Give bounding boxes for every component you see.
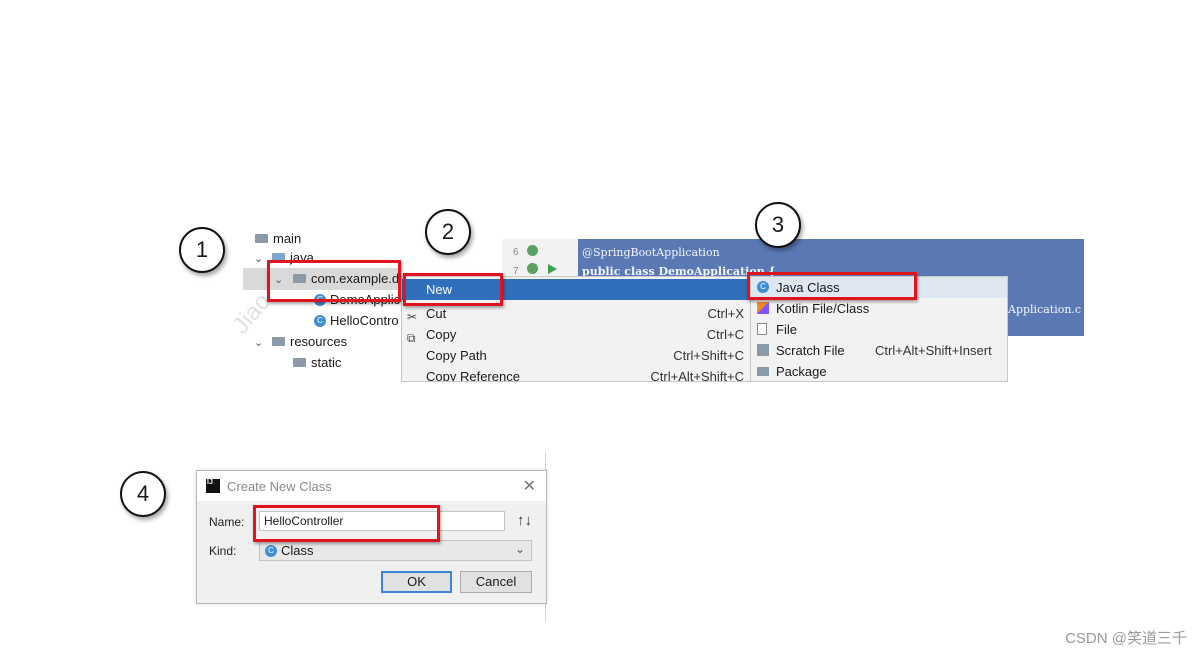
- tree-item-label: DemoApplic: [330, 292, 401, 307]
- menu-shortcut: Ctrl+Shift+C: [673, 348, 744, 363]
- menu-item-label: New: [426, 282, 453, 297]
- menu-shortcut: Ctrl+Alt+Shift+C: [650, 369, 744, 382]
- chevron-down-icon[interactable]: ⌄: [254, 252, 263, 265]
- menu-item-label: Copy Path: [426, 348, 487, 363]
- tree-item-demo-application[interactable]: C DemoApplic: [314, 290, 400, 310]
- tree-item-static[interactable]: static: [293, 353, 341, 373]
- tree-item-label: main: [273, 231, 302, 246]
- folder-icon: [255, 234, 268, 244]
- class-name-input[interactable]: HelloController: [259, 511, 505, 531]
- class-name-value: HelloController: [264, 514, 344, 528]
- menu-item-label: Scratch File: [776, 343, 845, 358]
- sort-arrows-icon[interactable]: ↑↓: [517, 512, 532, 529]
- menu-item-label: Cut: [426, 306, 447, 321]
- tree-item-resources[interactable]: resources: [272, 332, 347, 352]
- menu-item-copy-path[interactable]: Copy Path Ctrl+Shift+C: [402, 345, 752, 366]
- menu-item-kotlin-file[interactable]: Kotlin File/Class: [751, 298, 1007, 319]
- chevron-down-icon[interactable]: ⌄: [254, 336, 263, 349]
- class-icon: C: [314, 293, 326, 306]
- create-new-class-dialog: IJ Create New Class ✕ Name: HelloControl…: [196, 470, 547, 604]
- spring-bean-icon[interactable]: [527, 263, 538, 274]
- menu-item-label: Copy Reference: [426, 369, 520, 382]
- cancel-button[interactable]: Cancel: [460, 571, 532, 593]
- menu-item-label: Copy: [426, 327, 457, 342]
- tree-item-label: HelloContro: [330, 313, 399, 328]
- class-icon: C: [265, 544, 277, 557]
- tree-item-java[interactable]: java: [272, 248, 314, 268]
- chevron-down-icon: ⌄: [514, 542, 525, 556]
- kind-value: Class: [281, 543, 314, 558]
- menu-item-copy[interactable]: ⧉ Copy Ctrl+C: [402, 324, 752, 345]
- step-badge-2: 2: [425, 209, 471, 255]
- dialog-title: Create New Class: [227, 479, 332, 494]
- code-line: @SpringBootApplication: [582, 246, 720, 259]
- menu-shortcut: Ctrl+Alt+Shift+Insert: [875, 343, 992, 358]
- line-number: 6: [513, 247, 519, 258]
- tree-item-main[interactable]: main: [255, 229, 301, 249]
- ok-button[interactable]: OK: [381, 571, 452, 593]
- spring-bean-icon[interactable]: [527, 245, 538, 256]
- class-icon: C: [757, 281, 769, 293]
- package-icon: [293, 274, 306, 284]
- kind-select[interactable]: C Class ⌄: [259, 540, 532, 561]
- folder-icon: [293, 358, 306, 368]
- class-icon: C: [314, 314, 326, 327]
- kind-label: Kind:: [209, 544, 237, 558]
- scratch-file-icon: [757, 344, 769, 356]
- chevron-down-icon[interactable]: ⌄: [274, 273, 283, 286]
- step-badge-1: 1: [179, 227, 225, 273]
- menu-item-label: Java Class: [776, 280, 840, 295]
- menu-item-label: Kotlin File/Class: [776, 301, 870, 316]
- code-line: Application.c: [1008, 303, 1082, 316]
- intellij-logo-icon: IJ: [206, 479, 220, 493]
- menu-item-copy-reference[interactable]: Copy Reference Ctrl+Alt+Shift+C: [402, 366, 752, 382]
- tree-item-hello-controller[interactable]: C HelloContro: [314, 311, 399, 331]
- menu-item-label: Package: [776, 364, 827, 379]
- menu-item-java-class[interactable]: C Java Class: [751, 277, 1007, 298]
- menu-shortcut: Ctrl+C: [706, 327, 744, 342]
- run-icon[interactable]: [548, 264, 557, 274]
- file-icon: [757, 323, 767, 335]
- name-label: Name:: [209, 515, 245, 529]
- step-badge-4: 4: [120, 471, 166, 517]
- menu-item-package[interactable]: Package: [751, 361, 1007, 381]
- menu-item-scratch-file[interactable]: Scratch File Ctrl+Alt+Shift+Insert: [751, 340, 1007, 361]
- folder-icon: [272, 337, 285, 347]
- kotlin-icon: [757, 302, 769, 314]
- menu-item-new[interactable]: New: [402, 279, 752, 300]
- tree-item-label: resources: [290, 334, 348, 349]
- step-badge-3: 3: [755, 202, 801, 248]
- context-menu: New ✂ Cut Ctrl+X ⧉ Copy Ctrl+C Copy Path…: [401, 276, 753, 382]
- folder-icon: [272, 253, 285, 263]
- tree-item-label: com.example.d: [311, 271, 400, 286]
- menu-item-cut[interactable]: ✂ Cut Ctrl+X: [402, 303, 752, 324]
- tree-item-label: java: [290, 250, 314, 265]
- dialog-title-bar: IJ Create New Class ✕: [197, 471, 546, 501]
- new-submenu: C Java Class Kotlin File/Class File Scra…: [750, 276, 1008, 382]
- close-icon[interactable]: ✕: [523, 476, 536, 496]
- background-watermark: Jiao: [227, 288, 277, 340]
- tree-item-package[interactable]: com.example.d: [293, 269, 399, 289]
- package-icon: [757, 367, 769, 376]
- menu-item-file[interactable]: File: [751, 319, 1007, 340]
- menu-shortcut: Ctrl+X: [707, 306, 744, 321]
- menu-item-label: File: [776, 322, 797, 337]
- csdn-watermark: CSDN @笑道三千: [1065, 630, 1187, 647]
- tree-item-label: static: [311, 355, 342, 370]
